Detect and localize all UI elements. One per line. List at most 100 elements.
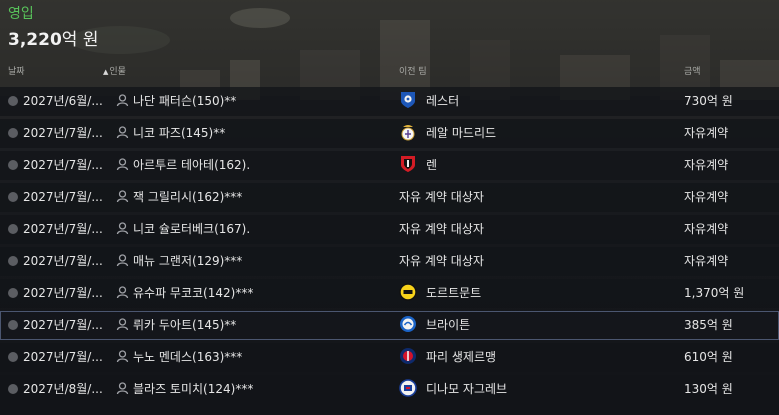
player-cell[interactable]: 블라즈 토미치(124)*** xyxy=(116,375,253,404)
status-dot-icon xyxy=(8,192,18,202)
player-name: 나단 패터슨(150)** xyxy=(133,94,237,108)
date-text: 2027년/7월/... xyxy=(23,126,103,140)
club-cell: 자유 계약 대상자 xyxy=(399,215,484,244)
income-label: 영입 xyxy=(8,6,34,22)
date-cell: 2027년/6월/... xyxy=(8,87,114,116)
dortmund-crest-icon xyxy=(399,283,417,301)
table-row[interactable]: 2027년/8월/... 블라즈 토미치(124)*** 디나모 자그레브 13… xyxy=(0,375,779,404)
status-dot-icon xyxy=(8,352,18,362)
person-icon xyxy=(116,254,129,267)
date-text: 2027년/7월/... xyxy=(23,318,103,332)
player-name: 유수파 무코코(142)*** xyxy=(133,286,254,300)
date-cell: 2027년/7월/... xyxy=(8,279,114,308)
table-row[interactable]: 2027년/7월/... 누노 멘데스(163)*** 파리 생제르맹 610억… xyxy=(0,343,779,372)
player-cell[interactable]: 매뉴 그랜저(129)*** xyxy=(116,247,242,276)
table-row-selected[interactable]: 2027년/7월/... 뤼카 두아트(145)** 브라이튼 385억 원 xyxy=(0,311,779,340)
column-header-from-club[interactable]: 이전 팀 xyxy=(399,64,427,77)
club-cell[interactable]: 레알 마드리드 xyxy=(399,119,496,148)
player-cell[interactable]: 잭 그릴리시(162)*** xyxy=(116,183,242,212)
column-header-player[interactable]: ▲인물 xyxy=(103,64,126,77)
date-cell: 2027년/7월/... xyxy=(8,183,114,212)
club-name: 디나모 자그레브 xyxy=(426,382,508,396)
person-icon xyxy=(116,318,129,331)
player-name: 아르투르 테아테(162). xyxy=(133,158,251,172)
income-total: 3,220억 원 xyxy=(8,28,98,52)
player-cell[interactable]: 니코 파즈(145)** xyxy=(116,119,225,148)
player-cell[interactable]: 유수파 무코코(142)*** xyxy=(116,279,253,308)
status-dot-icon xyxy=(8,384,18,394)
fee-cell: 730억 원 xyxy=(684,94,733,108)
club-cell[interactable]: 도르트문트 xyxy=(399,279,481,308)
dinamo-zagreb-crest-icon xyxy=(399,379,417,397)
date-cell: 2027년/7월/... xyxy=(8,151,114,180)
date-text: 2027년/7월/... xyxy=(23,286,103,300)
date-text: 2027년/7월/... xyxy=(23,222,103,236)
date-cell: 2027년/7월/... xyxy=(8,311,114,340)
club-cell[interactable]: 브라이튼 xyxy=(399,311,470,340)
player-name: 매뉴 그랜저(129)*** xyxy=(133,254,243,268)
fee-cell: 610억 원 xyxy=(684,350,733,364)
table-row[interactable]: 2027년/7월/... 니코 파즈(145)** 레알 마드리드 자유계약 xyxy=(0,119,779,148)
club-cell[interactable]: 파리 생제르맹 xyxy=(399,343,496,372)
status-dot-icon xyxy=(8,128,18,138)
leicester-crest-icon xyxy=(401,92,415,108)
club-name: 렌 xyxy=(426,158,438,172)
player-name: 뤼카 두아트(145)** xyxy=(133,318,237,332)
real-madrid-crest-icon xyxy=(401,125,415,141)
date-cell: 2027년/7월/... xyxy=(8,119,114,148)
table-row[interactable]: 2027년/7월/... 니코 슐로터베크(167). 자유 계약 대상자 자유… xyxy=(0,215,779,244)
person-icon xyxy=(116,286,129,299)
fee-cell: 자유계약 xyxy=(684,126,729,140)
player-name: 니코 슐로터베크(167). xyxy=(133,222,251,236)
date-text: 2027년/7월/... xyxy=(23,158,103,172)
date-cell: 2027년/8월/... xyxy=(8,375,114,404)
fee-cell: 자유계약 xyxy=(684,158,729,172)
player-cell[interactable]: 아르투르 테아테(162). xyxy=(116,151,250,180)
player-cell[interactable]: 누노 멘데스(163)*** xyxy=(116,343,242,372)
club-name: 파리 생제르맹 xyxy=(426,350,497,364)
status-dot-icon xyxy=(8,224,18,234)
club-cell[interactable]: 렌 xyxy=(399,151,437,180)
fee-cell: 자유계약 xyxy=(684,254,729,268)
date-text: 2027년/6월/... xyxy=(23,94,103,108)
column-header-player-label: 인물 xyxy=(109,67,126,77)
status-dot-icon xyxy=(8,160,18,170)
date-cell: 2027년/7월/... xyxy=(8,247,114,276)
status-dot-icon xyxy=(8,320,18,330)
club-name: 레스터 xyxy=(426,94,460,108)
club-cell[interactable]: 디나모 자그레브 xyxy=(399,375,507,404)
fee-cell: 385억 원 xyxy=(684,318,733,332)
club-cell: 자유 계약 대상자 xyxy=(399,247,484,276)
fee-cell: 자유계약 xyxy=(684,222,729,236)
date-cell: 2027년/7월/... xyxy=(8,343,114,372)
player-name: 누노 멘데스(163)*** xyxy=(133,350,243,364)
column-header-date[interactable]: 날짜 xyxy=(8,64,25,77)
club-name: 자유 계약 대상자 xyxy=(399,222,484,236)
brighton-crest-icon xyxy=(400,316,416,332)
club-name: 자유 계약 대상자 xyxy=(399,190,484,204)
person-icon xyxy=(116,222,129,235)
fee-cell: 1,370억 원 xyxy=(684,286,745,300)
date-text: 2027년/7월/... xyxy=(23,350,103,364)
table-row[interactable]: 2027년/7월/... 유수파 무코코(142)*** 도르트문트 1,370… xyxy=(0,279,779,308)
player-cell[interactable]: 나단 패터슨(150)** xyxy=(116,87,236,116)
date-cell: 2027년/7월/... xyxy=(8,215,114,244)
transfer-list: 2027년/6월/... 나단 패터슨(150)** 레스터 730억 원 20… xyxy=(0,87,779,407)
table-row[interactable]: 2027년/7월/... 잭 그릴리시(162)*** 자유 계약 대상자 자유… xyxy=(0,183,779,212)
table-row[interactable]: 2027년/7월/... 아르투르 테아테(162). 렌 자유계약 xyxy=(0,151,779,180)
person-icon xyxy=(116,382,129,395)
player-name: 니코 파즈(145)** xyxy=(133,126,226,140)
table-row[interactable]: 2027년/7월/... 매뉴 그랜저(129)*** 자유 계약 대상자 자유… xyxy=(0,247,779,276)
income-summary: 영입 3,220억 원 xyxy=(8,4,98,52)
club-cell[interactable]: 레스터 xyxy=(399,87,459,116)
person-icon xyxy=(116,158,129,171)
club-name: 레알 마드리드 xyxy=(426,126,497,140)
player-cell[interactable]: 뤼카 두아트(145)** xyxy=(116,311,236,340)
fee-cell: 130억 원 xyxy=(684,382,733,396)
income-total-value: 3,220 xyxy=(8,30,62,50)
column-header-fee[interactable]: 금액 xyxy=(684,64,701,77)
player-cell[interactable]: 니코 슐로터베크(167). xyxy=(116,215,250,244)
table-row[interactable]: 2027년/6월/... 나단 패터슨(150)** 레스터 730억 원 xyxy=(0,87,779,116)
person-icon xyxy=(116,350,129,363)
player-name: 잭 그릴리시(162)*** xyxy=(133,190,243,204)
